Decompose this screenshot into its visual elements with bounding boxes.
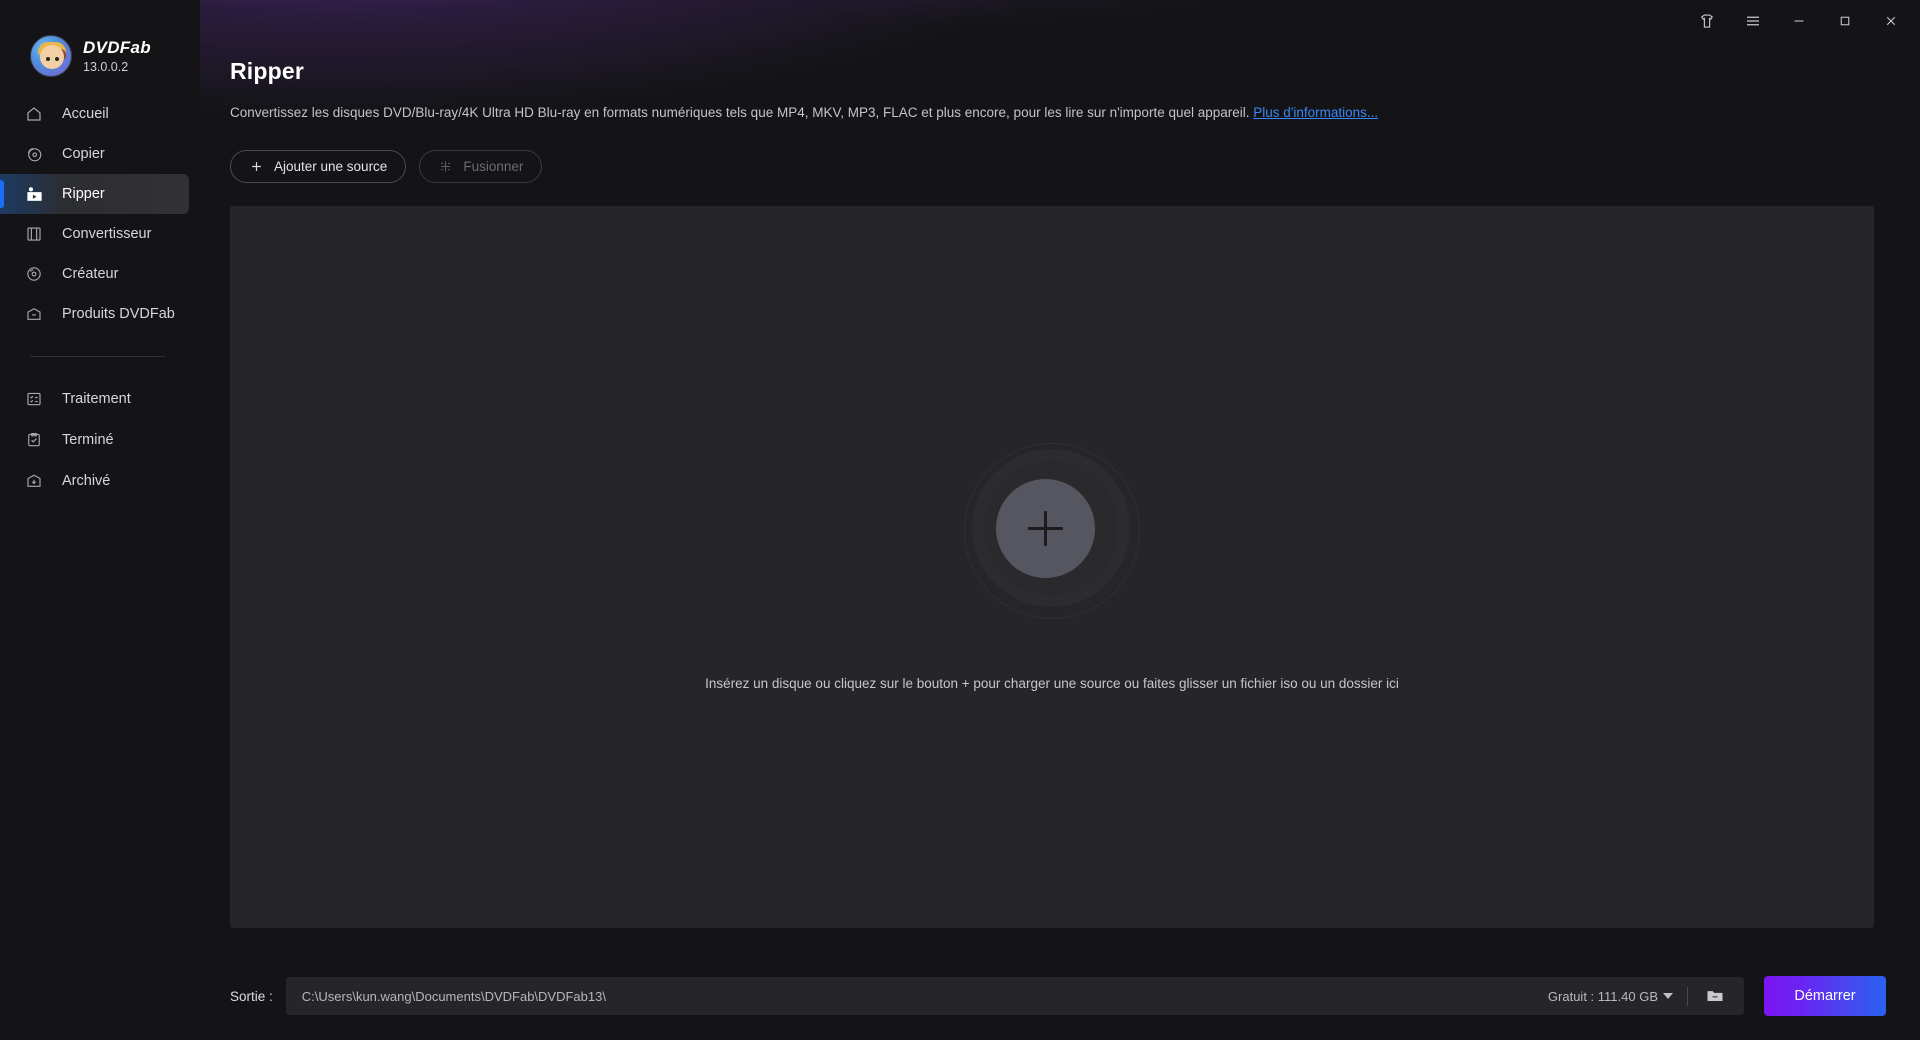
plus-circle-icon <box>995 479 1095 579</box>
disc-icon <box>24 264 44 284</box>
sidebar-item-ripper[interactable]: Ripper <box>0 174 189 214</box>
divider <box>1687 986 1688 1006</box>
page-title: Ripper <box>230 58 305 84</box>
sidebar-item-accueil[interactable]: Accueil <box>0 94 189 134</box>
add-source-button[interactable]: Ajouter une source <box>230 149 407 183</box>
output-bar: Sortie : C:\Users\kun.wang\Documents\DVD… <box>200 952 1920 1040</box>
sidebar-item-convertisseur[interactable]: Convertisseur <box>0 214 189 254</box>
clipboard-check-icon <box>24 430 44 450</box>
merge-label: Fusionner <box>463 158 524 174</box>
film-icon <box>24 224 44 244</box>
source-dropzone[interactable]: Insérez un disque ou cliquez sur le bout… <box>230 205 1874 928</box>
sidebar-item-termine[interactable]: Terminé <box>0 420 189 460</box>
dropzone-hint: Insérez un disque ou cliquez sur le bout… <box>705 675 1399 691</box>
task-list-icon <box>24 389 44 409</box>
page-description-text: Convertissez les disques DVD/Blu-ray/4K … <box>230 105 1254 120</box>
chevron-down-icon <box>1663 993 1673 999</box>
sidebar-item-archive[interactable]: Archivé <box>0 461 189 501</box>
sidebar-item-label: Créateur <box>62 266 119 282</box>
sidebar-item-produits-dvdfab[interactable]: Produits DVDFab <box>0 294 189 334</box>
dvdfab-mascot-icon <box>30 35 72 77</box>
free-space-dropdown[interactable]: Gratuit : 111.40 GB <box>1548 989 1673 1004</box>
output-label: Sortie : <box>230 988 273 1004</box>
brand-version: 13.0.0.2 <box>83 60 129 75</box>
merge-button[interactable]: Fusionner <box>419 149 543 183</box>
main-content: Ripper Convertissez les disques DVD/Blu-… <box>200 0 1920 1040</box>
folder-icon[interactable] <box>1702 984 1728 1008</box>
home-icon <box>24 104 44 124</box>
minimize-icon[interactable] <box>1778 4 1820 38</box>
sidebar-item-label: Copier <box>62 146 105 162</box>
sidebar-item-label: Produits DVDFab <box>62 306 175 322</box>
sidebar-item-label: Ripper <box>62 186 105 202</box>
maximize-icon[interactable] <box>1824 4 1866 38</box>
brand: DVDFab 13.0.0.2 <box>0 0 200 86</box>
theme-icon[interactable] <box>1686 4 1728 38</box>
add-source-label: Ajouter une source <box>274 158 388 174</box>
merge-icon <box>438 159 453 174</box>
ripper-icon <box>24 184 44 204</box>
menu-icon[interactable] <box>1732 4 1774 38</box>
sidebar-item-label: Terminé <box>62 432 114 448</box>
plus-icon <box>249 159 264 174</box>
window-titlebar <box>1686 0 1920 42</box>
copy-disc-icon <box>24 144 44 164</box>
box-icon <box>24 304 44 324</box>
action-buttons: Ajouter une source Fusionner <box>230 149 1874 183</box>
sidebar-item-traitement[interactable]: Traitement <box>0 379 189 419</box>
sidebar-nav-secondary: Traitement Terminé Archivé <box>0 379 200 501</box>
more-info-link[interactable]: Plus d'informations... <box>1253 105 1378 120</box>
output-path-value: C:\Users\kun.wang\Documents\DVDFab\DVDFa… <box>301 988 606 1004</box>
start-button[interactable]: Démarrer <box>1764 976 1886 1016</box>
sidebar-item-label: Accueil <box>62 106 109 122</box>
brand-name: DVDFab <box>83 37 151 57</box>
sidebar-item-label: Archivé <box>62 473 111 489</box>
sidebar-nav-primary: Accueil Copier Ripper Convertisseur Créa… <box>0 94 200 334</box>
page-header: Ripper Convertissez les disques DVD/Blu-… <box>200 0 1920 183</box>
archive-icon <box>24 471 44 491</box>
output-path-field[interactable]: C:\Users\kun.wang\Documents\DVDFab\DVDFa… <box>285 977 1744 1015</box>
close-icon[interactable] <box>1870 4 1912 38</box>
page-description: Convertissez les disques DVD/Blu-ray/4K … <box>230 104 1874 123</box>
sidebar-item-copier[interactable]: Copier <box>0 134 189 174</box>
dvdfab-window: DVDFab 13.0.0.2 Accueil Copier Ripper Co… <box>0 0 1920 1040</box>
sidebar-item-label: Traitement <box>62 391 131 407</box>
sidebar-divider <box>30 356 165 357</box>
add-source-circle-button[interactable] <box>964 442 1140 619</box>
sidebar-item-label: Convertisseur <box>62 226 152 242</box>
sidebar: DVDFab 13.0.0.2 Accueil Copier Ripper Co… <box>0 0 200 1040</box>
free-space-label: Gratuit : 111.40 GB <box>1547 988 1658 1004</box>
sidebar-item-createur[interactable]: Créateur <box>0 254 189 294</box>
